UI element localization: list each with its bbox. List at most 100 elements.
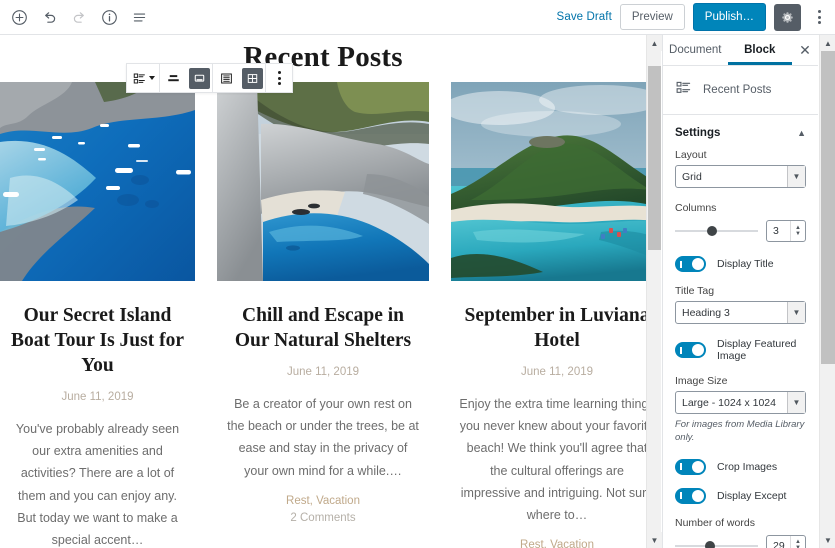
post-excerpt: Enjoy the extra time learning things you… [459,396,646,523]
scroll-down-icon[interactable]: ▼ [820,532,835,548]
top-bar-right-tools: Save Draft Preview Publish… [557,2,835,32]
columns-field: Columns 3 ▲ ▼ [675,202,806,242]
tab-block[interactable]: Block [727,35,792,65]
words-slider-thumb[interactable] [704,540,715,548]
columns-stepper[interactable]: ▲ ▼ [790,221,805,241]
words-value: 29 [773,539,785,548]
scroll-up-icon[interactable]: ▲ [820,35,835,51]
gear-icon[interactable] [774,3,801,31]
block-type-group [127,64,160,92]
display-featured-image-row: Display Featured Image [675,338,806,362]
columns-slider-thumb[interactable] [707,226,718,236]
sidebar-tabs: Document Block ✕ [663,35,818,66]
post-featured-image[interactable] [217,82,429,281]
post-title[interactable]: September in Luviana Hotel [459,304,646,354]
more-options-icon[interactable] [809,4,829,31]
columns-slider[interactable] [675,226,758,236]
chevron-down-icon [148,76,155,80]
info-icon[interactable] [95,3,123,31]
crop-images-row: Crop Images [675,458,806,475]
display-except-label: Display Except [717,489,787,502]
display-featured-image-label: Display Featured Image [717,338,797,362]
settings-section-title: Settings [675,127,721,139]
canvas-scrollbar[interactable]: ▲ ▼ [646,35,662,548]
post-content: Our Secret Island Boat Tour Is Just for … [0,304,195,548]
scroll-down-icon[interactable]: ▼ [647,532,662,548]
close-icon[interactable]: ✕ [792,35,818,65]
top-bar-left-tools [0,3,153,31]
words-slider[interactable] [675,540,758,548]
redo-icon[interactable] [65,3,93,31]
post-categories[interactable]: Rest, Vacation [459,539,646,548]
chevron-up-icon[interactable]: ▲ [797,128,806,138]
page-title[interactable]: Recent Posts [0,41,646,74]
title-tag-label: Title Tag [675,285,715,297]
layout-field: Layout Grid ▼ [675,149,806,188]
page-title-area: Recent Posts [0,35,646,74]
wordpress-block-editor: Save Draft Preview Publish… Recent Posts [0,0,835,548]
post-excerpt: Be a creator of your own rest on the bea… [227,396,419,478]
columns-label: Columns [675,202,717,214]
grid-layout-icon[interactable] [239,64,265,92]
words-number-input[interactable]: 29 ▲▼ [766,534,806,548]
layout-value: Grid [682,170,702,183]
align-wide-icon[interactable] [186,64,212,92]
align-center-icon[interactable] [160,64,186,92]
tab-document[interactable]: Document [663,35,728,65]
block-more-group [266,64,292,92]
image-size-value: Large - 1024 x 1024 [682,396,776,409]
post-content: September in Luviana Hotel June 11, 2019… [451,304,646,548]
preview-button[interactable]: Preview [619,3,685,31]
chevron-down-icon: ▼ [787,302,805,323]
image-size-note: For images from Media Library only. [675,419,805,443]
canvas-scroll-thumb[interactable] [648,66,661,250]
ellipsis-vertical-icon [817,10,821,24]
post-title[interactable]: Chill and Escape in Our Natural Shelters [225,304,421,354]
display-except-row: Display Except [675,487,806,504]
list-view-icon[interactable] [125,3,153,31]
title-tag-value: Heading 3 [682,306,730,319]
layout-group [213,64,266,92]
chevron-down-icon: ▼ [787,392,805,413]
recent-posts-block-icon [675,79,692,101]
words-stepper[interactable]: ▲▼ [790,535,805,548]
image-size-select[interactable]: Large - 1024 x 1024 ▼ [675,391,806,414]
title-tag-select[interactable]: Heading 3 ▼ [675,301,806,324]
list-layout-icon[interactable] [213,64,239,92]
number-of-words-field: Number of words 29 ▲▼ [675,517,806,548]
display-title-toggle[interactable] [675,256,706,272]
editor-top-bar: Save Draft Preview Publish… [0,0,835,35]
post-date: June 11, 2019 [520,365,594,378]
image-size-field: Image Size Large - 1024 x 1024 ▼ For ima… [675,375,806,445]
words-slider-row: 29 ▲▼ [675,534,806,548]
sidebar-scrollbar[interactable]: ▲ ▼ [819,35,835,548]
post-content: Chill and Escape in Our Natural Shelters… [217,304,429,524]
editor-canvas: Recent Posts Our Secret Island Boat Tour… [0,35,646,548]
post-title[interactable]: Our Secret Island Boat Tour Is Just for … [8,304,187,379]
display-featured-image-toggle[interactable] [675,342,706,358]
image-size-label: Image Size [675,375,728,387]
post-featured-image[interactable] [0,82,195,281]
title-tag-field: Title Tag Heading 3 ▼ [675,285,806,324]
crop-images-toggle[interactable] [675,458,706,475]
display-except-toggle[interactable] [675,487,706,504]
undo-icon[interactable] [35,3,63,31]
display-title-label: Display Title [717,258,774,270]
post-categories[interactable]: Rest, Vacation [225,495,421,507]
block-toolbar [126,63,293,93]
block-more-options-icon[interactable] [266,64,292,92]
scroll-up-icon[interactable]: ▲ [647,35,662,51]
save-draft-button[interactable]: Save Draft [557,11,612,23]
layout-select[interactable]: Grid ▼ [675,165,806,188]
post-date: June 11, 2019 [61,390,134,403]
columns-number-input[interactable]: 3 ▲ ▼ [766,220,806,242]
add-block-icon[interactable] [5,3,33,31]
recent-posts-block-icon[interactable] [127,64,159,92]
post-featured-image[interactable] [451,82,646,281]
publish-button[interactable]: Publish… [692,2,766,32]
post-comments-link[interactable]: 2 Comments [225,512,421,524]
crop-images-label: Crop Images [717,460,778,473]
sidebar-scroll-thumb[interactable] [821,51,835,364]
settings-section-header[interactable]: Settings ▲ [663,115,818,149]
ellipsis-vertical-icon [277,71,281,85]
